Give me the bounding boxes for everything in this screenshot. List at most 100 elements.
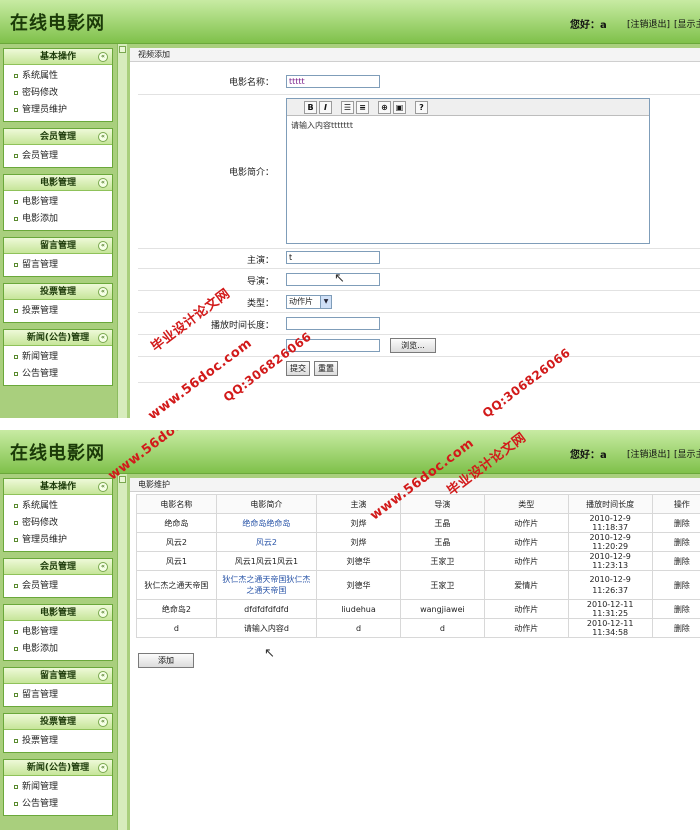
logout-link-2[interactable]: [注销退出] — [627, 447, 670, 460]
sidebar-group-title[interactable]: 会员管理 « — [4, 559, 112, 575]
sidebar-item[interactable]: 留言管理 — [4, 257, 112, 274]
table-cell: d — [399, 618, 485, 638]
collapse-icon[interactable]: « — [98, 482, 108, 492]
sidebar-item[interactable]: 投票管理 — [4, 303, 112, 320]
image-icon[interactable]: ▣ — [393, 101, 406, 114]
sidebar-group-label: 投票管理 — [39, 717, 76, 727]
cell-intro[interactable]: 绝命岛绝命岛 — [215, 513, 318, 533]
sidebar-group-body: 留言管理 — [4, 684, 112, 706]
sidebar-group-title[interactable]: 会员管理 « — [4, 129, 112, 145]
sidebar-item[interactable]: 系统属性 — [4, 68, 112, 85]
collapse-icon[interactable]: « — [98, 241, 108, 251]
chevron-down-icon[interactable]: ▼ — [320, 296, 331, 308]
sidebar-group-title[interactable]: 留言管理 « — [4, 238, 112, 254]
italic-button[interactable]: I — [319, 101, 332, 114]
sidebar-item[interactable]: 管理员维护 — [4, 102, 112, 119]
sidebar-item[interactable]: 电影添加 — [4, 211, 112, 228]
sidebar-group-label: 电影管理 — [39, 178, 76, 188]
duration-input[interactable] — [286, 317, 380, 330]
collapse-icon[interactable]: « — [98, 608, 108, 618]
movie-name-input[interactable]: ttttt — [286, 75, 380, 88]
sidebar-item-label: 会员管理 — [22, 151, 59, 161]
screenshot-gap — [0, 418, 700, 430]
sidebar-group: 留言管理 « 留言管理 — [3, 667, 113, 707]
collapse-icon[interactable]: « — [98, 287, 108, 297]
sidebar-item[interactable]: 电影添加 — [4, 641, 112, 658]
sidebar-item[interactable]: 密码修改 — [4, 515, 112, 532]
cell-intro[interactable]: 风云2 — [215, 532, 318, 552]
collapse-icon[interactable]: « — [98, 671, 108, 681]
sidebar-item[interactable]: 密码修改 — [4, 85, 112, 102]
delete-link[interactable]: 删除 — [651, 618, 700, 638]
browse-button[interactable]: 浏览... — [390, 338, 436, 353]
sidebar-group-title[interactable]: 留言管理 « — [4, 668, 112, 684]
delete-link[interactable]: 删除 — [651, 570, 700, 600]
sidebar-group-label: 新闻(公告)管理 — [26, 763, 90, 773]
sidebar-item[interactable]: 电影管理 — [4, 624, 112, 641]
bold-button[interactable]: B — [304, 101, 317, 114]
sidebar-item-label: 会员管理 — [22, 581, 59, 591]
collapse-icon[interactable]: « — [98, 763, 108, 773]
sidebar-item[interactable]: 会员管理 — [4, 578, 112, 595]
logout-link[interactable]: [注销退出] — [627, 17, 670, 30]
sidebar-group-title[interactable]: 投票管理 « — [4, 284, 112, 300]
sidebar-group-title[interactable]: 新闻(公告)管理 « — [4, 760, 112, 776]
cell-intro[interactable]: 狄仁杰之通天帝国狄仁杰之通天帝国 — [215, 570, 318, 600]
collapse-icon[interactable]: « — [98, 333, 108, 343]
sidebar-group-title[interactable]: 电影管理 « — [4, 175, 112, 191]
delete-link[interactable]: 删除 — [651, 551, 700, 571]
show-main-link-2[interactable]: [显示主 — [674, 447, 700, 460]
editor-text[interactable]: 请输入内容ttttttt — [287, 116, 649, 135]
show-main-link[interactable]: [显示主 — [674, 17, 700, 30]
sidebar-group: 基本操作 « 系统属性 密码修改 管理员维护 — [3, 48, 113, 122]
sidebar-item[interactable]: 公告管理 — [4, 366, 112, 383]
collapse-icon[interactable]: « — [98, 717, 108, 727]
delete-link[interactable]: 删除 — [651, 532, 700, 552]
bullet-icon — [14, 153, 18, 158]
sidebar-item[interactable]: 投票管理 — [4, 733, 112, 750]
link-icon[interactable]: ⊕ — [378, 101, 391, 114]
sidebar-item[interactable]: 公告管理 — [4, 796, 112, 813]
sidebar-group-body: 新闻管理 公告管理 — [4, 346, 112, 385]
sidebar-group-label: 基本操作 — [39, 482, 76, 492]
sidebar-group-body: 电影管理 电影添加 — [4, 191, 112, 230]
director-input[interactable] — [286, 273, 380, 286]
sidebar-group-title[interactable]: 基本操作 « — [4, 479, 112, 495]
reset-button[interactable]: 重置 — [314, 361, 338, 376]
collapse-icon[interactable]: « — [98, 52, 108, 62]
sidebar-item[interactable]: 新闻管理 — [4, 779, 112, 796]
table-row: d 请输入内容d d d 动作片 2010-12-11 11:34:58 删除 — [136, 618, 700, 638]
sidebar-item[interactable]: 留言管理 — [4, 687, 112, 704]
sidebar-item[interactable]: 会员管理 — [4, 148, 112, 165]
add-button[interactable]: 添加 — [138, 653, 194, 668]
unordered-list-icon[interactable]: ≡ — [356, 101, 369, 114]
sidebar-group-title[interactable]: 电影管理 « — [4, 605, 112, 621]
sidebar-group-label: 投票管理 — [39, 287, 76, 297]
intro-editor[interactable]: B I ☰ ≡ ⊕ ▣ ? 请输入内容ttttttt — [286, 98, 650, 244]
delete-link[interactable]: 删除 — [651, 599, 700, 619]
sidebar-item[interactable]: 系统属性 — [4, 498, 112, 515]
splitter-handle-icon[interactable] — [119, 46, 126, 53]
help-button[interactable]: ? — [415, 101, 428, 114]
table-cell: 2010-12-9 11:23:13 — [567, 551, 653, 571]
sidebar-item-label: 投票管理 — [22, 306, 59, 316]
type-select[interactable]: 动作片 ▼ — [286, 295, 332, 309]
sidebar-group-title[interactable]: 基本操作 « — [4, 49, 112, 65]
actor-input[interactable]: t — [286, 251, 380, 264]
submit-button[interactable]: 提交 — [286, 361, 310, 376]
sidebar-item[interactable]: 管理员维护 — [4, 532, 112, 549]
sidebar-item[interactable]: 新闻管理 — [4, 349, 112, 366]
sidebar-group-title[interactable]: 新闻(公告)管理 « — [4, 330, 112, 346]
sidebar-group-title[interactable]: 投票管理 « — [4, 714, 112, 730]
sidebar-splitter-2[interactable] — [117, 474, 127, 830]
collapse-icon[interactable]: « — [98, 178, 108, 188]
table-cell: 刘烨 — [316, 532, 401, 552]
delete-link[interactable]: 删除 — [651, 513, 700, 533]
sidebar-item[interactable]: 电影管理 — [4, 194, 112, 211]
bullet-icon — [14, 537, 18, 542]
app-header-2: 在线电影网 您好：a [注销退出] [显示主 — [0, 430, 700, 474]
sidebar-splitter[interactable] — [117, 44, 127, 418]
collapse-icon[interactable]: « — [98, 562, 108, 572]
ordered-list-icon[interactable]: ☰ — [341, 101, 354, 114]
collapse-icon[interactable]: « — [98, 132, 108, 142]
